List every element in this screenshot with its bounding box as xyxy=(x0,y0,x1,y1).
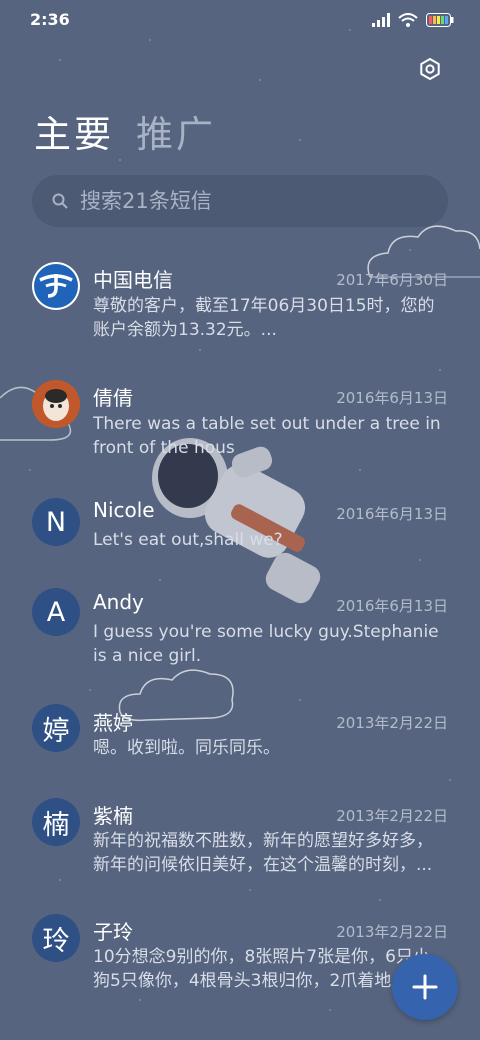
conversation-item[interactable]: 楠 紫楠 2013年2月22日 新年的祝福数不胜数，新年的愿望好多好多，新年的问… xyxy=(0,790,480,890)
status-icons xyxy=(372,10,454,30)
plus-icon xyxy=(412,974,438,1000)
contact-name: Nicole xyxy=(93,498,155,522)
contact-name: 子玲 xyxy=(93,920,133,944)
contact-name: 倩倩 xyxy=(93,386,133,410)
message-date: 2017年6月30日 xyxy=(336,271,448,289)
battery-icon xyxy=(426,13,454,27)
message-date: 2013年2月22日 xyxy=(336,923,448,941)
message-preview: There was a table set out under a tree i… xyxy=(93,414,441,458)
conversation-item[interactable]: N Nicole 2016年6月13日 Let's eat out,shall … xyxy=(0,486,480,576)
status-bar: 2:36 xyxy=(0,0,480,40)
tab-primary[interactable]: 主要 xyxy=(34,104,114,158)
new-message-button[interactable] xyxy=(392,954,458,1020)
conversation-item[interactable]: 中国电信 2017年6月30日 尊敬的客户，截至17年06月30日15时，您的账… xyxy=(0,250,480,360)
avatar xyxy=(32,380,80,428)
conversation-item[interactable]: 倩倩 2016年6月13日 There was a table set out … xyxy=(0,368,480,468)
contact-name: 紫楠 xyxy=(93,804,133,828)
contact-name: Andy xyxy=(93,590,144,614)
contact-name: 燕婷 xyxy=(93,711,133,735)
avatar: 玲 xyxy=(32,914,80,962)
message-preview: 尊敬的客户，截至17年06月30日15时，您的账户余额为13.32元。... xyxy=(93,296,435,340)
tab-bar: 主要 推广 xyxy=(34,104,216,158)
message-date: 2013年2月22日 xyxy=(336,807,448,825)
settings-button[interactable] xyxy=(414,53,446,85)
message-preview: Let's eat out,shall we? xyxy=(93,530,283,550)
gear-icon xyxy=(420,58,440,80)
status-time: 2:36 xyxy=(30,10,70,29)
message-date: 2016年6月13日 xyxy=(336,389,448,407)
search-bar[interactable] xyxy=(32,175,448,227)
avatar xyxy=(32,262,80,310)
message-date: 2016年6月13日 xyxy=(336,597,448,615)
conversation-item[interactable]: 婷 燕婷 2013年2月22日 嗯。收到啦。同乐同乐。 xyxy=(0,696,480,776)
china-telecom-logo-icon xyxy=(34,264,78,308)
tab-promotions[interactable]: 推广 xyxy=(136,104,216,158)
message-preview: 嗯。收到啦。同乐同乐。 xyxy=(93,738,280,758)
avatar: 楠 xyxy=(32,798,80,846)
signal-icon xyxy=(372,13,390,27)
avatar: 婷 xyxy=(32,704,80,752)
contact-name: 中国电信 xyxy=(93,268,173,292)
message-date: 2013年2月22日 xyxy=(336,714,448,732)
avatar: A xyxy=(32,588,80,636)
wifi-icon xyxy=(398,12,418,27)
message-date: 2016年6月13日 xyxy=(336,505,448,523)
message-preview: 新年的祝福数不胜数，新年的愿望好多好多，新年的问候依旧美好，在这个温馨的时刻，.… xyxy=(93,831,433,875)
conversation-item[interactable]: A Andy 2016年6月13日 I guess you're some lu… xyxy=(0,582,480,682)
photo-avatar-icon xyxy=(32,380,80,428)
search-input[interactable] xyxy=(80,189,420,213)
avatar: N xyxy=(32,498,80,546)
search-icon xyxy=(52,193,68,209)
message-preview: I guess you're some lucky guy.Stephanie … xyxy=(93,622,439,666)
